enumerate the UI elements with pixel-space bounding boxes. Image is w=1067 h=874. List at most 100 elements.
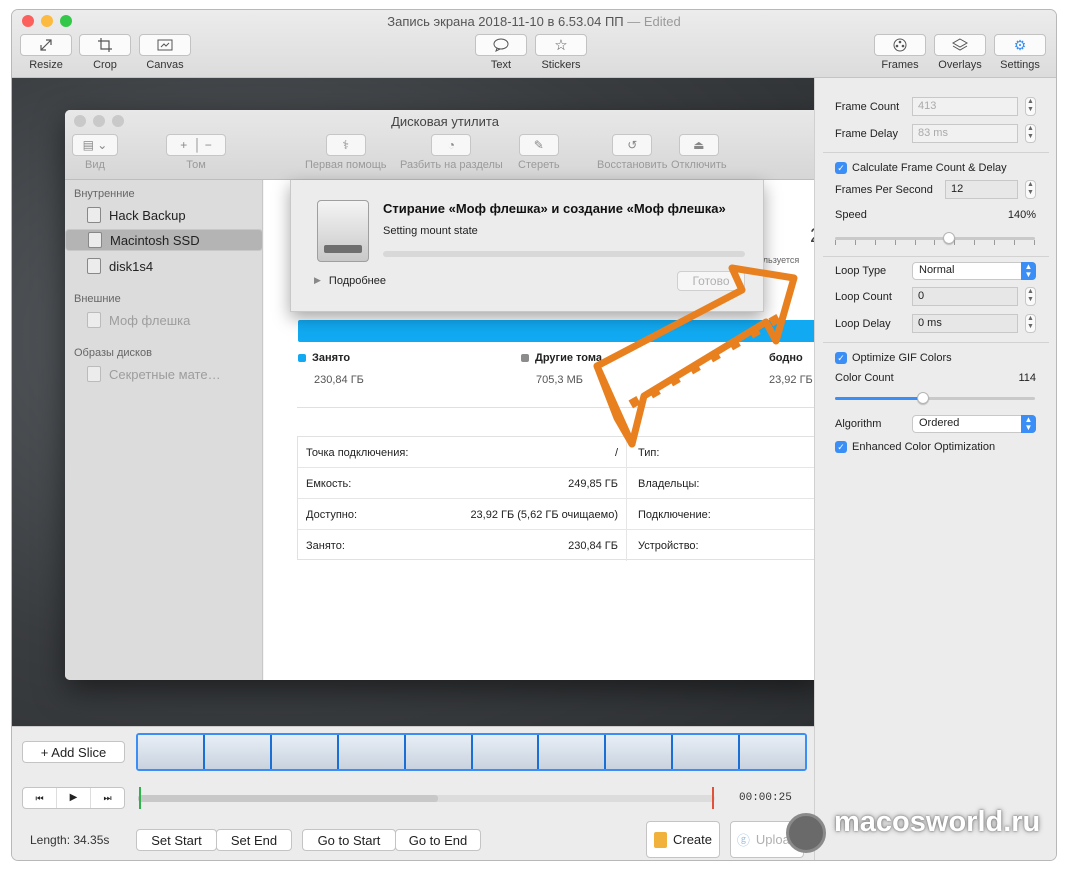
du-toolbar: Дисковая утилита ▤ ⌄ Вид + │ − Том ⚕ Первая… [65, 110, 814, 180]
speed-value: 140% [1007, 209, 1036, 221]
eject-icon: ⏏ [678, 134, 719, 156]
frame-thumbnail[interactable] [472, 735, 540, 769]
text-label: Text [490, 59, 512, 71]
chevron-updown-icon: ▲ ▼ [1021, 415, 1036, 433]
du-volume-button[interactable]: + │ − Том [166, 134, 226, 171]
sidebar-icon: ▤ ⌄ [72, 134, 118, 156]
enhanced-label: Enhanced Color Optimization [852, 441, 996, 453]
color-count-knob[interactable] [917, 392, 929, 404]
du-erase-button[interactable]: ✎ Стереть [518, 134, 560, 171]
previous-frame-icon[interactable]: ⏮ [23, 788, 57, 808]
sidebar-item-disk1s4[interactable]: disk1s4 [65, 255, 263, 277]
time-readout: 00:00:25 [739, 792, 792, 804]
frame-thumbnail[interactable] [271, 735, 339, 769]
fps-stepper[interactable]: ▲ ▼ [1025, 180, 1036, 199]
speed-label: Speed [835, 209, 867, 221]
algorithm-value: Ordered [919, 417, 960, 429]
color-count-value: 114 [1018, 372, 1036, 384]
frame-strip[interactable] [136, 733, 807, 771]
beer-icon [653, 831, 667, 848]
du-partition-button[interactable]: ◔ Разбить на разделы [400, 134, 503, 171]
watermark-logo-icon [786, 813, 826, 853]
du-unmount-label: Отключить [671, 159, 727, 171]
canvas-tool[interactable]: Canvas [139, 34, 191, 71]
du-view-label: Вид [85, 159, 105, 171]
eraser-icon: ✎ [518, 134, 559, 156]
du-first-aid-button[interactable]: ⚕ Первая помощь [305, 134, 387, 171]
resize-icon [20, 34, 72, 56]
sidebar-item-secret[interactable]: Секретные мате… [65, 363, 263, 385]
info-key: Доступно: [306, 509, 358, 521]
sidebar-item-label: Моф флешка [109, 312, 191, 328]
go-to-end-button[interactable]: Go to End [395, 829, 481, 851]
frame-thumbnail[interactable] [204, 735, 272, 769]
frame-count-stepper: ▲ ▼ [1025, 97, 1036, 116]
optimize-checkbox[interactable]: ✓ Optimize GIF Colors [835, 352, 952, 364]
checkmark-icon: ✓ [835, 441, 847, 453]
checkmark-icon: ✓ [835, 162, 847, 174]
sidebar-item-label: disk1s4 [109, 258, 154, 274]
details-disclosure[interactable]: ▶ Подробнее [314, 275, 386, 287]
play-icon[interactable]: ▶ [57, 788, 91, 808]
loop-type-select[interactable]: Normal ▲ ▼ [912, 262, 1036, 280]
overlays-tool[interactable]: Overlays [934, 34, 986, 71]
frame-thumbnail[interactable] [405, 735, 473, 769]
orange-arrow-sticker[interactable] [572, 248, 812, 458]
start-marker[interactable] [139, 787, 141, 809]
set-start-button[interactable]: Set Start [136, 829, 217, 851]
frame-thumbnail[interactable] [138, 735, 205, 769]
enhanced-checkbox[interactable]: ✓ Enhanced Color Optimization [835, 441, 995, 453]
text-tool[interactable]: Text [475, 34, 527, 71]
du-restore-label: Восстановить [597, 159, 668, 171]
info-row: Доступно: 23,92 ГБ (5,62 ГБ очищаемо) Подк… [298, 499, 814, 530]
legend-swatch [298, 354, 306, 362]
optimize-label: Optimize GIF Colors [852, 352, 952, 364]
frame-thumbnail[interactable] [673, 735, 741, 769]
color-count-slider[interactable] [835, 392, 1035, 404]
du-partition-label: Разбить на разделы [400, 159, 503, 171]
go-to-start-button[interactable]: Go to Start [302, 829, 396, 851]
next-frame-icon[interactable]: ⏭ [91, 788, 124, 808]
sidebar-item-mof-flash[interactable]: Моф флешка [65, 309, 263, 331]
resize-tool[interactable]: Resize [20, 34, 72, 71]
preview-canvas[interactable]: Дисковая утилита ▤ ⌄ Вид + │ − Том ⚕ Первая… [12, 78, 814, 726]
info-value: 23,92 ГБ (5,62 ГБ очищаемо) [470, 509, 618, 521]
scrubber-track[interactable] [138, 795, 715, 802]
end-marker[interactable] [712, 787, 714, 809]
algorithm-select[interactable]: Ordered ▲ ▼ [912, 415, 1036, 433]
loop-count-stepper[interactable]: ▲ ▼ [1025, 287, 1036, 306]
canvas-icon [139, 34, 191, 56]
loop-delay-stepper[interactable]: ▲ ▼ [1025, 314, 1036, 333]
set-end-button[interactable]: Set End [216, 829, 292, 851]
loop-count-field[interactable]: 0 [912, 287, 1018, 306]
du-view-button[interactable]: ▤ ⌄ Вид [72, 134, 118, 171]
crop-tool[interactable]: Crop [79, 34, 131, 71]
add-slice-button[interactable]: + Add Slice [22, 741, 125, 763]
stethoscope-icon: ⚕ [325, 134, 366, 156]
create-button[interactable]: Create [646, 821, 720, 858]
stickers-tool[interactable]: ☆ Stickers [535, 34, 587, 71]
frame-delay-label: Frame Delay [835, 128, 898, 140]
frame-thumbnail[interactable] [740, 735, 805, 769]
settings-tool[interactable]: ⚙ Settings [994, 34, 1046, 71]
sheet-status: Setting mount state [383, 225, 478, 237]
calculate-checkbox[interactable]: ✓ Calculate Frame Count & Delay [835, 162, 1007, 174]
frame-thumbnail[interactable] [606, 735, 674, 769]
crop-label: Crop [93, 59, 117, 71]
resize-label: Resize [29, 59, 63, 71]
sidebar-item-label: Hack Backup [109, 207, 186, 223]
legend-swatch [521, 354, 529, 362]
upload-icon: ⓖ [736, 833, 750, 848]
frame-thumbnail[interactable] [539, 735, 607, 769]
du-unmount-button[interactable]: ⏏ Отключить [671, 134, 727, 171]
loop-delay-field[interactable]: 0 ms [912, 314, 1018, 333]
du-restore-button[interactable]: ↺ Восстановить [597, 134, 667, 171]
create-label: Create [672, 832, 713, 847]
fps-field[interactable]: 12 [945, 180, 1018, 199]
frame-thumbnail[interactable] [338, 735, 406, 769]
sidebar-item-macintosh-ssd[interactable]: Macintosh SSD [65, 229, 263, 251]
sidebar-item-hack-backup[interactable]: Hack Backup [65, 204, 263, 226]
frames-tool[interactable]: Frames [874, 34, 926, 71]
info-row: Емкость: 249,85 ГБ Владельцы: [298, 468, 814, 499]
frames-label: Frames [881, 59, 919, 71]
